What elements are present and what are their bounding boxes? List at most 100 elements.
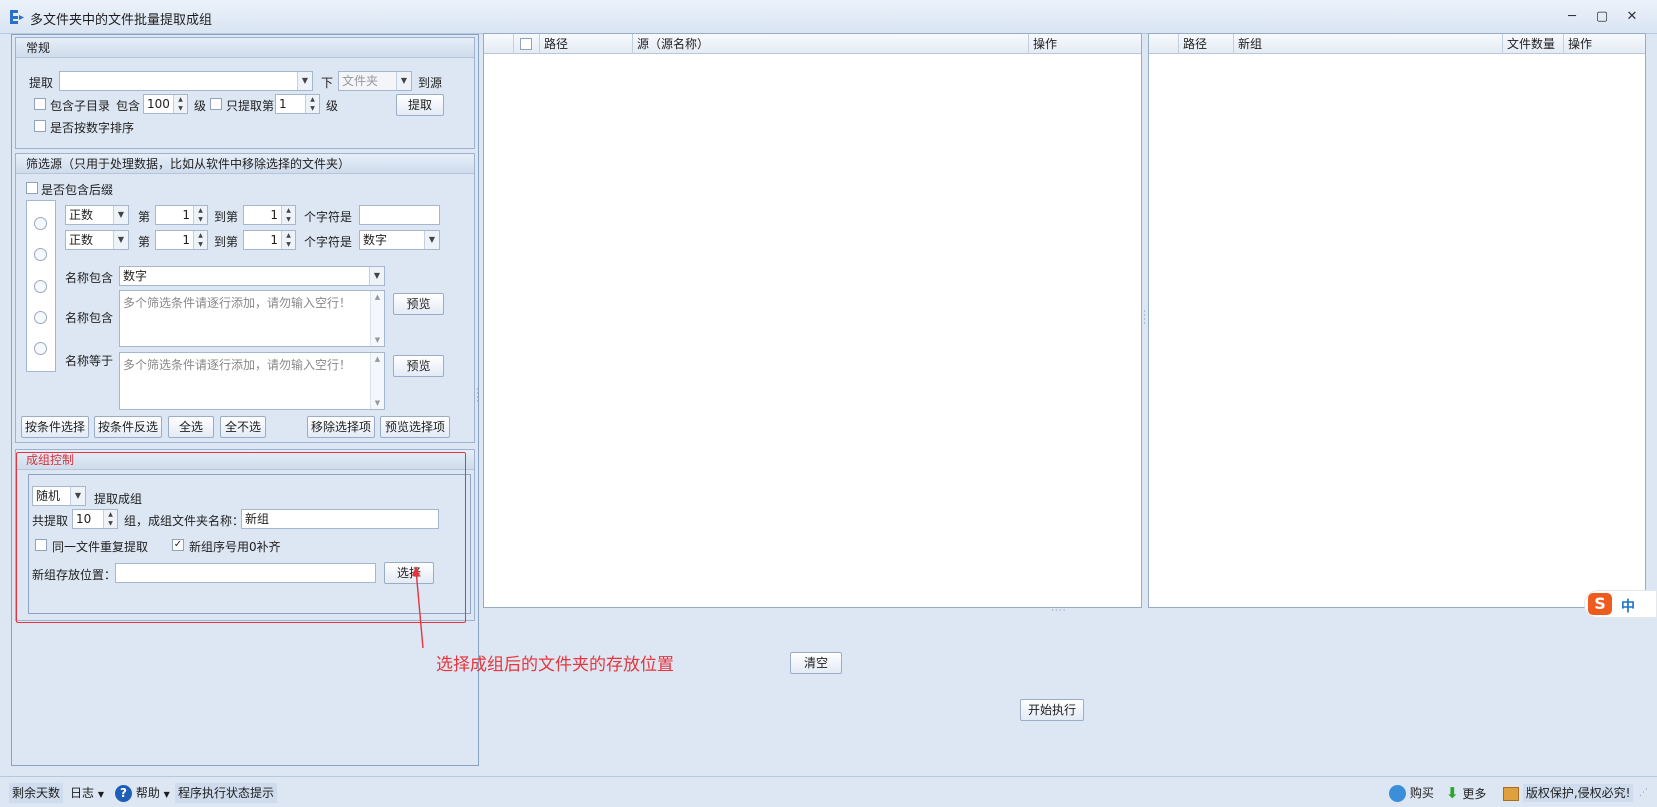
start-button[interactable]: 开始执行 [1020, 699, 1084, 721]
name-contains-label: 名称包含 [65, 271, 114, 285]
splitter-grip-bottom[interactable]: ···· [1051, 606, 1066, 616]
only-level-stepper[interactable]: 1 ▲ ▼ [275, 94, 320, 114]
extract-path-input[interactable]: ▼ [59, 71, 313, 91]
row2-nth-label: 第 [138, 235, 151, 249]
spinner-icon[interactable]: ▲ ▼ [305, 95, 319, 113]
column-header[interactable]: 路径 [540, 34, 633, 54]
status-bar: 剩余天数 日志 ▼ ? 帮助 ▼ 程序执行状态提示 购买 ⬇ 更多 版权保护,侵… [0, 776, 1657, 807]
radio-char-filter-2[interactable] [34, 248, 47, 261]
radio-char-filter-1[interactable] [34, 217, 47, 230]
include-subdirs-checkbox[interactable] [34, 98, 46, 110]
days-left-label: 剩余天数 [9, 783, 64, 803]
copyright-label: 版权保护,侵权必究! [1522, 784, 1634, 802]
splitter-grip-left[interactable]: · · · · [476, 386, 479, 407]
scrollbar[interactable]: ▲ ▼ [370, 291, 384, 346]
row2-value-select[interactable]: 数字 ▼ [359, 230, 440, 250]
row2-mode-select[interactable]: 正数 ▼ [65, 230, 129, 250]
chevron-down-icon[interactable]: ▼ [113, 231, 128, 249]
row2-from-stepper[interactable]: 1 ▲ ▼ [155, 230, 208, 250]
row1-value-input[interactable] [359, 205, 440, 225]
general-group: 常规 提取 ▼ 下 文件夹 ▼ 到源 包含子目录 包含 100 ▲ ▼ 级 只提取第 … [15, 37, 475, 149]
row2-to-stepper[interactable]: 1 ▲ ▼ [243, 230, 296, 250]
resize-grip-icon[interactable]: ⋰ [1636, 783, 1651, 803]
chevron-down-icon[interactable]: ▼ [369, 267, 384, 285]
more-link[interactable]: ⬇ 更多 [1443, 783, 1489, 803]
source-grid-select-col [514, 34, 540, 54]
ime-mode-label: 中 [1621, 599, 1635, 615]
chevron-down-icon[interactable]: ▼ [424, 231, 439, 249]
left-panel: 常规 提取 ▼ 下 文件夹 ▼ 到源 包含子目录 包含 100 ▲ ▼ 级 只提取第 … [11, 34, 479, 766]
select-all-checkbox[interactable] [520, 38, 532, 50]
row1-mode-select[interactable]: 正数 ▼ [65, 205, 129, 225]
select-none-button[interactable]: 全不选 [220, 416, 266, 438]
name-contains-textarea[interactable]: 多个筛选条件请逐行添加，请勿输入空行！ ▲ ▼ [119, 290, 385, 347]
name-contains-select[interactable]: 数字 ▼ [119, 266, 385, 286]
column-header[interactable]: 操作 [1564, 34, 1645, 54]
preview-selected-button[interactable]: 预览选择项 [380, 416, 450, 438]
row1-to-stepper[interactable]: 1 ▲ ▼ [243, 205, 296, 225]
filter-mode-radio-group [26, 200, 56, 372]
column-header[interactable]: 新组 [1234, 34, 1503, 54]
numeric-sort-checkbox[interactable] [34, 120, 46, 132]
radio-name-contains-multi[interactable] [34, 311, 47, 324]
preview-equals-button[interactable]: 预览 [393, 355, 444, 377]
spinner-icon[interactable]: ▲ ▼ [173, 95, 187, 113]
name-equals-label: 名称等于 [65, 354, 114, 368]
log-label: 日志 [70, 786, 95, 800]
below-label: 下 [321, 76, 334, 90]
minimize-button[interactable]: ─ [1562, 7, 1582, 27]
radio-name-contains[interactable] [34, 280, 47, 293]
chevron-down-icon[interactable]: ▼ [113, 206, 128, 224]
caret-down-icon: ▼ [163, 790, 170, 799]
folder-type-select[interactable]: 文件夹 ▼ [338, 71, 412, 91]
group-grid[interactable]: 路径 新组 文件数量 操作 [1148, 33, 1646, 608]
spinner-icon[interactable]: ▲ ▼ [193, 231, 207, 249]
close-button[interactable]: ✕ [1622, 7, 1642, 27]
download-arrow-icon: ⬇ [1446, 784, 1459, 802]
select-all-button[interactable]: 全选 [168, 416, 214, 438]
copyright-item[interactable]: 版权保护,侵权必究! [1500, 783, 1636, 803]
highlight-box [16, 452, 466, 623]
row1-to-label: 到第 [214, 210, 239, 224]
preview-contains-button[interactable]: 预览 [393, 293, 444, 315]
source-grid-header: 路径 源（源名称） 操作 [484, 34, 1141, 54]
column-header[interactable]: 操作 [1029, 34, 1141, 54]
general-header: 常规 [16, 38, 474, 58]
buy-link[interactable]: 购买 [1386, 783, 1437, 803]
column-header[interactable]: 源（源名称） [633, 34, 1029, 54]
name-contains2-label: 名称包含 [65, 311, 114, 325]
select-by-condition-button[interactable]: 按条件选择 [21, 416, 89, 438]
name-equals-textarea[interactable]: 多个筛选条件请逐行添加，请勿输入空行！ ▲ ▼ [119, 352, 385, 410]
include-suffix-checkbox[interactable] [26, 182, 38, 194]
column-header[interactable]: 文件数量 [1503, 34, 1564, 54]
row1-from-stepper[interactable]: 1 ▲ ▼ [155, 205, 208, 225]
chevron-down-icon[interactable]: ▼ [297, 72, 312, 90]
only-level-unit-label: 级 [326, 99, 339, 113]
only-extract-label: 只提取第 [226, 99, 275, 113]
spinner-icon[interactable]: ▲ ▼ [281, 206, 295, 224]
radio-name-equals[interactable] [34, 342, 47, 355]
clear-button[interactable]: 清空 [790, 652, 842, 674]
help-icon: ? [115, 785, 132, 802]
spinner-icon[interactable]: ▲ ▼ [193, 206, 207, 224]
column-header[interactable]: 路径 [1179, 34, 1234, 54]
group-grid-indicator-col [1149, 34, 1179, 54]
splitter-grip-middle[interactable]: · · · · [1143, 308, 1146, 329]
app-icon [10, 10, 24, 24]
maximize-button[interactable]: ▢ [1592, 7, 1612, 27]
ime-indicator[interactable]: S 中 [1584, 590, 1657, 618]
extract-label: 提取 [29, 76, 54, 90]
chevron-down-icon[interactable]: ▼ [396, 72, 411, 90]
log-menu[interactable]: 日志 ▼ [67, 783, 107, 803]
help-menu[interactable]: ? 帮助 ▼ [112, 783, 173, 803]
buy-now-icon [1389, 785, 1406, 802]
group-grid-header: 路径 新组 文件数量 操作 [1149, 34, 1645, 54]
spinner-icon[interactable]: ▲ ▼ [281, 231, 295, 249]
levels-stepper[interactable]: 100 ▲ ▼ [143, 94, 188, 114]
invert-by-condition-button[interactable]: 按条件反选 [94, 416, 162, 438]
extract-button[interactable]: 提取 [396, 94, 444, 116]
remove-selected-button[interactable]: 移除选择项 [307, 416, 375, 438]
only-extract-checkbox[interactable] [210, 98, 222, 110]
source-grid[interactable]: 路径 源（源名称） 操作 [483, 33, 1142, 608]
scrollbar[interactable]: ▲ ▼ [370, 353, 384, 409]
